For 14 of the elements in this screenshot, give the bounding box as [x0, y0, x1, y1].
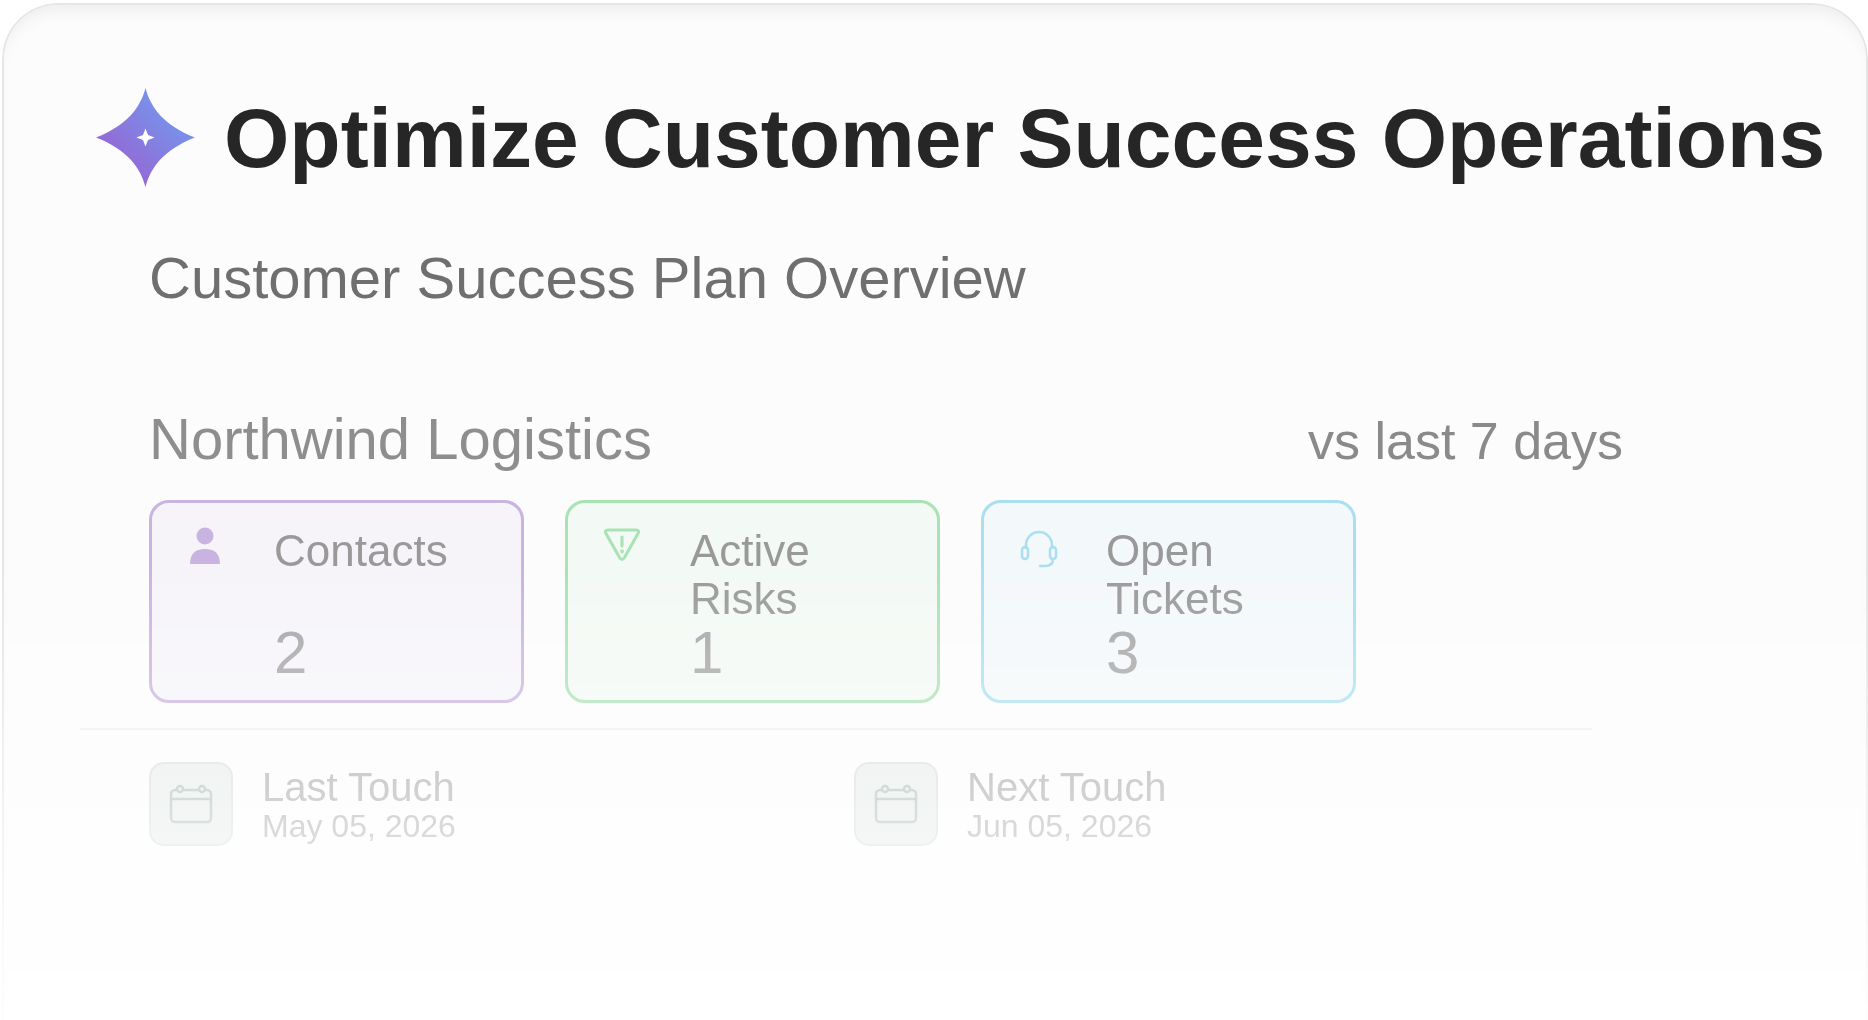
warning-triangle-icon: [603, 527, 641, 564]
calendar-icon: [149, 762, 233, 847]
comparison-period: vs last 7 days: [1307, 410, 1623, 472]
page-subtitle: Customer Success Plan Overview: [149, 244, 1026, 312]
stat-value: 3: [1106, 623, 1140, 684]
stat-label: Active Risks: [690, 527, 811, 624]
sparkle-icon: [95, 87, 196, 188]
stat-value: 2: [274, 623, 308, 684]
person-icon: [187, 527, 223, 566]
stat-label: Contacts: [274, 527, 448, 576]
calendar-icon: [854, 762, 938, 847]
account-name: Northwind Logistics: [149, 404, 652, 473]
stat-label: Open Tickets: [1106, 527, 1245, 624]
stat-value: 1: [690, 623, 724, 684]
